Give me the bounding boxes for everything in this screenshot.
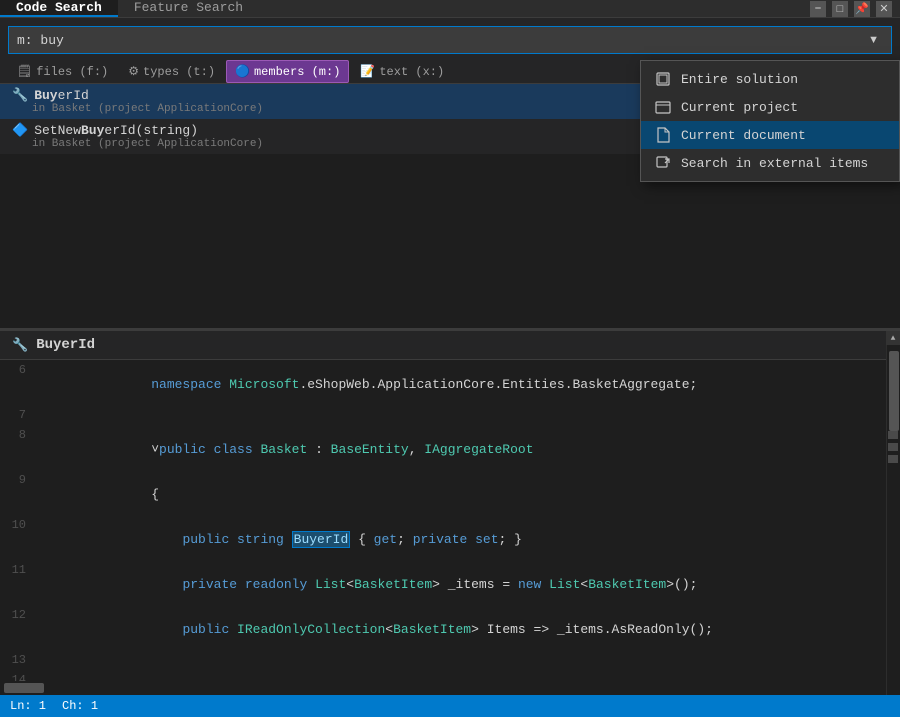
line-content-7 [42,407,50,422]
top-panel: ▼ 🗒 files (f:) ⚙ types (t:) 🔵 members (m… [0,18,900,328]
line-num-13: 13 [0,653,42,667]
code-line-6: 6 namespace Microsoft.eShopWeb.Applicati… [0,362,900,407]
line-content-13 [42,652,50,667]
filter-tab-text-label: text (x:) [379,65,444,79]
line-content-9: { [42,472,159,517]
code-header: 🔧 BuyerId [0,331,900,360]
tab-feature-search[interactable]: Feature Search [118,0,259,17]
filter-tab-files[interactable]: 🗒 files (f:) [8,60,117,83]
solution-icon [655,71,671,87]
code-line-11: 11 private readonly List<BasketItem> _it… [0,562,900,607]
text-icon: 📝 [360,64,375,79]
code-header-title: BuyerId [36,337,95,353]
title-bar-controls: ⎯ □ 📌 ✕ [810,0,900,17]
code-line-12: 12 public IReadOnlyCollection<BasketItem… [0,607,900,652]
scope-dropdown: Entire solution Current project Current … [640,60,900,182]
dropdown-current-document-label: Current document [681,128,806,143]
main-layout: Code Search Feature Search ⎯ □ 📌 ✕ ▼ 🗒 f… [0,0,900,599]
project-icon [655,99,671,115]
search-input-row[interactable]: ▼ [8,26,892,54]
result-name-text: BuyerId [34,88,89,103]
status-col: Ch: 1 [62,699,98,713]
scroll-up-arrow[interactable]: ▲ [886,331,900,345]
restore-button[interactable]: □ [832,1,848,17]
dropdown-current-document[interactable]: Current document [641,121,899,149]
line-num-7: 7 [0,408,42,422]
minimap-block-2 [888,443,898,451]
dropdown-current-project-label: Current project [681,100,798,115]
line-content-6: namespace Microsoft.eShopWeb.Application… [42,362,697,407]
code-line-10: 10 public string BuyerId { get; private … [0,517,900,562]
close-button[interactable]: ✕ [876,1,892,17]
code-body: 6 namespace Microsoft.eShopWeb.Applicati… [0,360,900,717]
status-line: Ln: 1 [10,699,46,713]
search-input[interactable] [17,33,864,48]
minimize-button[interactable]: ⎯ [810,1,826,17]
line-num-9: 9 [0,473,42,487]
line-num-11: 11 [0,563,42,577]
code-line-13: 13 [0,652,900,672]
scrollbar-track[interactable]: ▲ [886,331,900,717]
horiz-scroll-thumb[interactable] [4,683,44,693]
document-icon [655,127,671,143]
member-icon: 🔷 [12,123,28,138]
tab-feature-search-label: Feature Search [134,0,243,15]
line-content-8: ˅public class Basket : BaseEntity, IAggr… [42,427,534,472]
filter-tab-files-label: files (f:) [36,65,108,79]
filter-tab-members[interactable]: 🔵 members (m:) [226,60,349,83]
filter-tab-types-label: types (t:) [143,65,215,79]
filter-tab-members-label: members (m:) [254,65,340,79]
line-content-12: public IReadOnlyCollection<BasketItem> I… [42,607,713,652]
result-name-text2: SetNewBuyerId(string) [34,123,198,138]
tab-code-search-label: Code Search [16,0,102,15]
filter-tab-text[interactable]: 📝 text (x:) [351,60,453,83]
line-num-12: 12 [0,608,42,622]
tab-code-search[interactable]: Code Search [0,0,118,17]
external-icon [655,155,671,171]
title-bar: Code Search Feature Search ⎯ □ 📌 ✕ [0,0,900,18]
code-preview-panel: 🔧 BuyerId 6 namespace Microsoft.eShopWeb… [0,331,900,717]
line-num-10: 10 [0,518,42,532]
dropdown-entire-solution[interactable]: Entire solution [641,65,899,93]
status-bar: Ln: 1 Ch: 1 [0,695,900,717]
dropdown-external-items[interactable]: Search in external items [641,149,899,177]
scrollbar-thumb[interactable] [889,351,899,431]
filter-tab-types[interactable]: ⚙ types (t:) [119,60,224,83]
minimap-block-3 [888,455,898,463]
minimap-block-1 [888,431,898,439]
horiz-scrollbar[interactable] [0,681,886,695]
code-line-9: 9 { [0,472,900,517]
dropdown-current-project[interactable]: Current project [641,93,899,121]
wrench-icon: 🔧 [12,88,28,103]
line-num-6: 6 [0,363,42,377]
code-line-8: 8 ˅public class Basket : BaseEntity, IAg… [0,427,900,472]
pin-button[interactable]: 📌 [854,1,870,17]
dropdown-entire-solution-label: Entire solution [681,72,798,87]
line-content-11: private readonly List<BasketItem> _items… [42,562,697,607]
dropdown-external-items-label: Search in external items [681,156,868,171]
search-dropdown-btn[interactable]: ▼ [864,34,883,46]
line-content-10: public string BuyerId { get; private set… [42,517,522,562]
types-icon: ⚙ [128,64,139,79]
file-icon: 🗒 [17,64,32,79]
members-icon: 🔵 [235,64,250,79]
code-header-icon: 🔧 [12,338,28,353]
code-line-7: 7 [0,407,900,427]
line-num-8: 8 [0,428,42,442]
